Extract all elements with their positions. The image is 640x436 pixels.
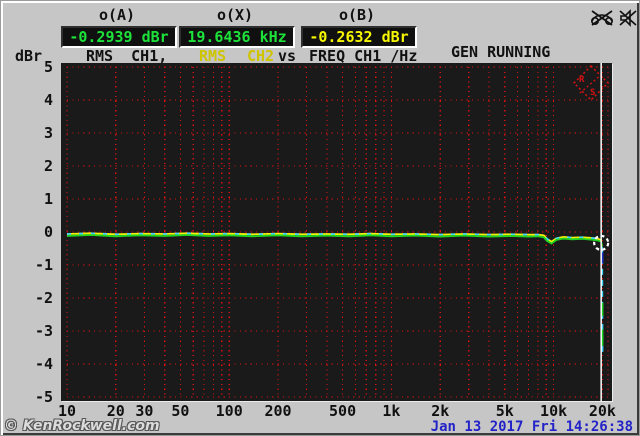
- y-tick-label: 4: [43, 91, 53, 109]
- y-tick-label: -3: [34, 322, 53, 340]
- headphones-muted-icon: [590, 10, 614, 26]
- readout-oB-value-box[interactable]: -0.2632 dBr: [301, 26, 417, 48]
- svg-text:R: R: [579, 75, 585, 85]
- y-tick-label: -2: [34, 289, 53, 307]
- x-tick-label: 20k: [588, 402, 616, 420]
- x-tick-label: 200: [264, 402, 292, 420]
- y-tick-label: 3: [43, 124, 53, 142]
- y-tick-label: 2: [43, 157, 53, 175]
- monitor-icons: [590, 9, 638, 27]
- y-tick-label: 1: [43, 190, 53, 208]
- watermark: © KenRockwell.com: [4, 418, 160, 434]
- trace-ch1: [66, 234, 603, 247]
- readout-oX-value: 19.6436 kHz: [187, 28, 287, 46]
- readout-oB-label: o(B): [338, 6, 376, 24]
- svg-text:S: S: [590, 88, 595, 98]
- x-tick-label: 100: [215, 402, 243, 420]
- x-tick-label: 500: [329, 402, 357, 420]
- readout-oX-label: o(X): [216, 6, 254, 24]
- speaker-muted-icon: [619, 9, 637, 27]
- readout-oA-value-box[interactable]: -0.2939 dBr: [61, 26, 177, 48]
- readout-oA-label: o(A): [98, 6, 136, 24]
- y-axis: 5 4 3 2 1 0 -1 -2 -3 -4 -5: [1, 58, 57, 406]
- x-tick-label: 1k: [382, 402, 401, 420]
- grid-lines: [66, 66, 609, 398]
- plot-svg: R S: [66, 63, 610, 401]
- readout-oB-value: -0.2632 dBr: [309, 28, 409, 46]
- analyzer-screen: o(A) -0.2939 dBr o(X) 19.6436 kHz o(B) -…: [0, 0, 640, 436]
- y-tick-label: -4: [34, 355, 53, 373]
- readout-oX-value-box[interactable]: 19.6436 kHz: [179, 26, 295, 48]
- datetime-stamp: Jan 13 2017 Fri 14:26:38: [430, 419, 633, 435]
- x-tick-label: 2k: [431, 402, 450, 420]
- x-tick-label: 5k: [495, 402, 514, 420]
- x-tick-label: 50: [171, 402, 190, 420]
- rs-logo-icon: R S: [572, 64, 610, 102]
- y-tick-label: 0: [43, 223, 53, 241]
- y-tick-label: -1: [34, 256, 53, 274]
- x-tick-label: 10k: [540, 402, 568, 420]
- generator-status: GEN RUNNING: [451, 43, 551, 61]
- y-tick-label: 5: [43, 58, 53, 76]
- plot-area: R S: [61, 63, 612, 401]
- readout-oA-value: -0.2939 dBr: [69, 28, 169, 46]
